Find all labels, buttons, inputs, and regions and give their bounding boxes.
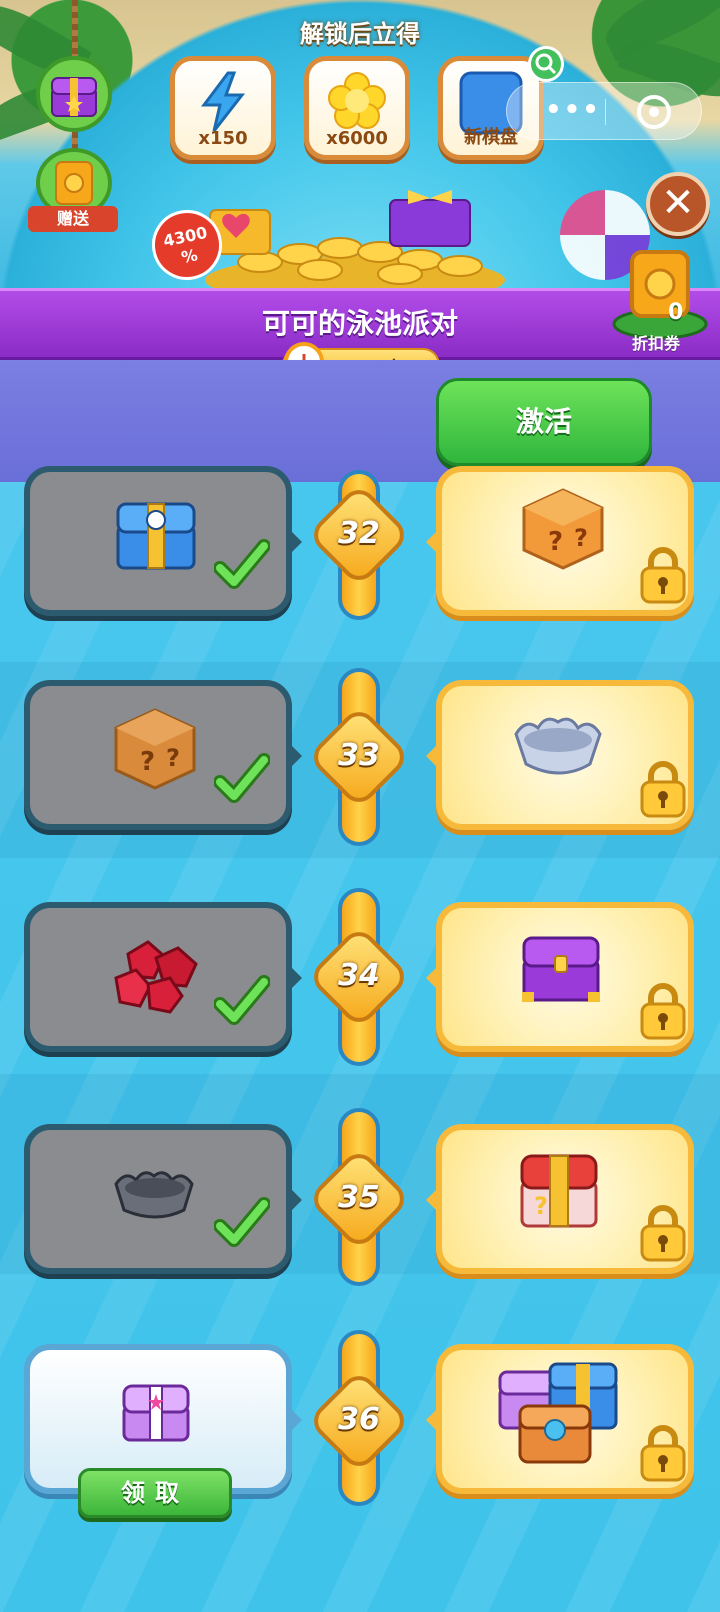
search-icon[interactable] <box>528 46 564 82</box>
reward-energy-card: x150 <box>170 56 276 160</box>
claim-button[interactable]: 领取 <box>78 1468 232 1518</box>
svg-text:?: ? <box>166 744 180 772</box>
activate-button[interactable]: 激活 <box>436 378 652 466</box>
blue-chest-icon <box>110 490 202 580</box>
flower-coin-icon <box>327 71 387 135</box>
svg-text:?: ? <box>548 527 563 557</box>
premium-reward-card: ? ? <box>426 466 694 616</box>
premium-reward-card <box>426 1344 694 1494</box>
unlock-title: 解锁后立得 <box>300 20 420 48</box>
bonus-percent-text: 4300 % <box>161 222 209 268</box>
lock-icon <box>638 544 688 604</box>
level-number: 34 <box>338 958 380 993</box>
capsule-divider <box>605 99 606 125</box>
reward-coin-label: x6000 <box>326 128 388 149</box>
level-number: 35 <box>338 1180 380 1215</box>
reward-coin-card: x6000 <box>304 56 410 160</box>
free-reward-card <box>24 902 302 1052</box>
gift-label[interactable]: 赠送 <box>28 206 118 232</box>
shell-bowl-icon <box>508 712 608 786</box>
level-number: 36 <box>338 1402 380 1437</box>
reward-energy-label: x150 <box>198 128 248 149</box>
svg-text:?: ? <box>534 1192 548 1220</box>
close-icon[interactable]: ✕ <box>646 172 710 236</box>
claimed-check-icon <box>213 752 271 808</box>
pink-chest-icon <box>118 1378 194 1448</box>
claimed-check-icon <box>213 974 271 1030</box>
mystery-box-icon: ? ? <box>518 484 608 578</box>
lock-icon <box>638 980 688 1040</box>
level-number: 33 <box>338 738 380 773</box>
lock-icon <box>638 758 688 818</box>
ruby-gems-icon <box>108 934 204 1018</box>
treasure-pile-image <box>200 190 510 304</box>
svg-text:?: ? <box>140 747 155 777</box>
free-reward-card <box>24 1124 302 1274</box>
ticket-count: 0 <box>668 300 684 325</box>
claimed-check-icon <box>213 1196 271 1252</box>
shell-bowl-icon <box>110 1166 200 1230</box>
premium-reward-card <box>426 902 694 1052</box>
premium-reward-card: ? <box>426 1124 694 1274</box>
premium-reward-card <box>426 680 694 830</box>
chest-bundle-icon <box>490 1358 630 1472</box>
free-reward-card: ? ? <box>24 680 302 830</box>
claimed-check-icon <box>213 538 271 594</box>
svg-text:?: ? <box>574 524 588 552</box>
mystery-box-icon: ? ? <box>110 704 200 798</box>
mini-program-capsule: ••• <box>506 82 702 140</box>
more-options-icon[interactable]: ••• <box>545 95 601 125</box>
red-chest-icon: ? <box>514 1146 604 1240</box>
ticket-label: 折扣券 <box>632 334 681 353</box>
close-miniapp-icon[interactable] <box>637 95 671 129</box>
event-page: 赠送 解锁后立得 x150 x6000 新棋盘 ••• ✕ 4300 % 可可的… <box>0 0 720 1612</box>
purple-chest-icon <box>516 930 606 1014</box>
lock-icon <box>638 1422 688 1482</box>
lock-icon <box>638 1202 688 1262</box>
free-reward-card <box>24 466 302 616</box>
level-number: 32 <box>338 516 380 551</box>
event-chest-icon[interactable] <box>36 56 112 132</box>
